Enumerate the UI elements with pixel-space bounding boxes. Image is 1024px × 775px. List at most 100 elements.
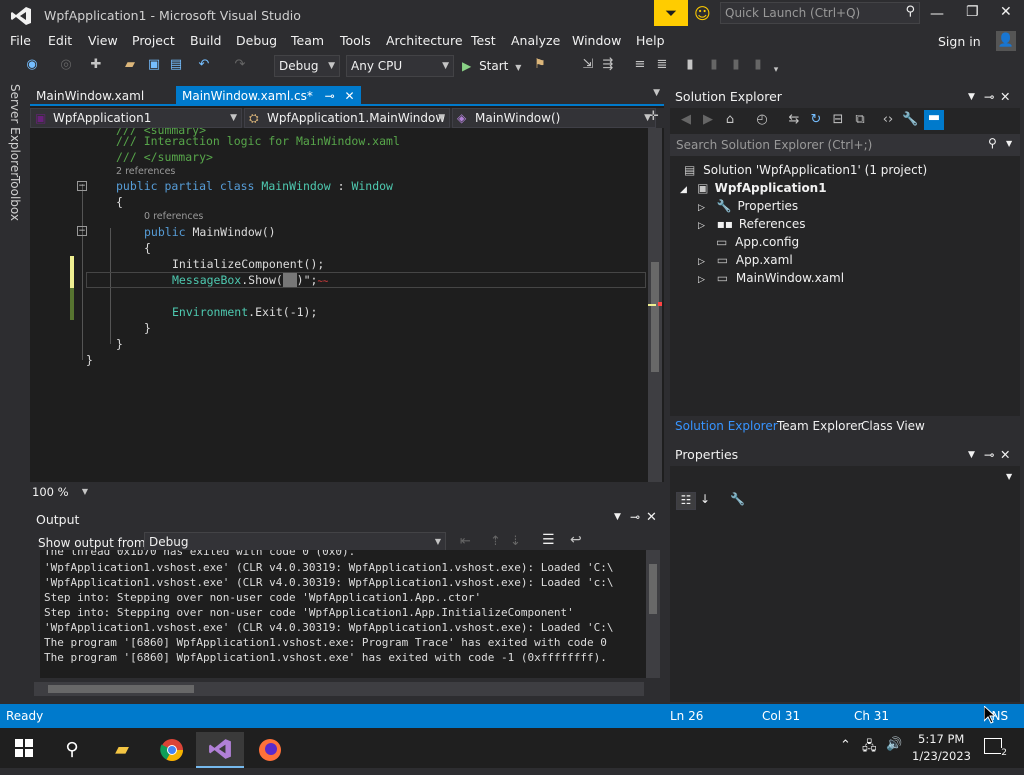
scroll-thumb[interactable] (649, 564, 657, 614)
tree-item-mainwindow-xaml[interactable]: ▷ ▭ MainWindow.xaml (698, 270, 844, 288)
network-icon[interactable]: 🖧 (862, 737, 877, 759)
visual-studio-taskbar-icon[interactable] (196, 732, 244, 768)
feedback-smiley-icon[interactable]: ☺ (694, 4, 711, 23)
filter-icon[interactable]: ⏷ (654, 0, 688, 26)
next-message-icon[interactable]: ⇣ (510, 534, 521, 549)
tree-item-solution[interactable]: ▤ Solution 'WpfApplication1' (1 project) (684, 162, 927, 178)
type-dropdown[interactable]: ⛭ WpfApplication1.MainWindow ▼ (244, 108, 450, 128)
new-project-icon[interactable]: ✚ (88, 57, 104, 73)
sync-icon[interactable]: ⇆ (786, 112, 802, 128)
preview-selected-icon[interactable]: ▬ (924, 110, 944, 130)
tab-overflow-icon[interactable]: ▼ (653, 88, 660, 98)
close-icon[interactable]: ✕ (1000, 444, 1010, 466)
close-window-button[interactable]: ✕ (1000, 4, 1012, 20)
tree-item-properties[interactable]: ▷ 🔧 Properties (698, 198, 798, 216)
alphabetical-icon[interactable]: ↓ (700, 492, 710, 506)
find-message-icon[interactable]: ⇤ (460, 534, 471, 549)
step-into-icon[interactable]: ⇶ (600, 57, 616, 73)
sign-in-link[interactable]: Sign in (938, 34, 981, 49)
output-vertical-scrollbar[interactable] (646, 550, 660, 678)
close-icon[interactable]: ✕ (1000, 86, 1010, 108)
collapse-toggle[interactable]: − (77, 226, 87, 236)
tab-solution-explorer[interactable]: Solution Explorer (675, 419, 778, 433)
show-hidden-icons-icon[interactable]: ⌃ (840, 738, 851, 753)
menu-team[interactable]: Team (291, 33, 324, 48)
tree-item-app-xaml[interactable]: ▷ ▭ App.xaml (698, 252, 793, 270)
codelens-references[interactable]: 2 references (116, 166, 175, 177)
object-selector[interactable]: ▼ (670, 468, 1020, 488)
menu-project[interactable]: Project (132, 33, 175, 48)
uncomment-icon[interactable]: ≣ (654, 57, 670, 73)
quick-launch-input[interactable]: Quick Launch (Ctrl+Q) ⚲ (720, 2, 920, 24)
member-dropdown[interactable]: ◈ MainWindow() ▼ (452, 108, 656, 128)
split-window-icon[interactable]: ✛ (648, 109, 659, 124)
home-icon[interactable]: ⌂ (722, 112, 738, 128)
tab-team-explorer[interactable]: Team Explorer (777, 419, 863, 433)
horizontal-scrollbar[interactable] (96, 486, 642, 498)
file-explorer-icon[interactable]: ▰ (98, 732, 146, 768)
bookmark-icon[interactable]: ▮ (682, 57, 698, 73)
back-icon[interactable]: ◀ (678, 112, 694, 128)
open-file-icon[interactable]: ▰ (122, 57, 138, 73)
notification-center-icon[interactable]: 2 (984, 738, 1007, 758)
pin-icon[interactable]: ⊸ (630, 510, 640, 524)
chevron-down-icon[interactable]: ▼ (968, 444, 975, 466)
menu-tools[interactable]: Tools (340, 33, 371, 48)
step-over-icon[interactable]: ⇲ (580, 57, 596, 73)
menu-edit[interactable]: Edit (48, 33, 72, 48)
maximize-button[interactable]: ❐ (966, 4, 979, 20)
menu-window[interactable]: Window (572, 33, 621, 48)
collapse-all-icon[interactable]: ⊟ (830, 112, 846, 128)
menu-build[interactable]: Build (190, 33, 221, 48)
chrome-icon[interactable] (148, 732, 196, 768)
show-all-files-icon[interactable]: ⧉ (852, 112, 868, 128)
tab-mainwindow-xaml[interactable]: MainWindow.xaml (30, 86, 150, 106)
tab-class-view[interactable]: Class View (861, 419, 925, 433)
comment-icon[interactable]: ≡ (632, 57, 648, 73)
volume-icon[interactable]: 🔊 (886, 737, 902, 752)
pin-icon[interactable]: ⊸ (984, 86, 994, 108)
pin-icon[interactable]: ⊸ (325, 89, 335, 103)
categorized-icon[interactable]: ☷ (676, 492, 696, 510)
zoom-select[interactable]: 100 % ▼ (32, 484, 90, 500)
close-tab-icon[interactable]: ✕ (345, 89, 355, 103)
property-pages-icon[interactable]: 🔧 (730, 492, 745, 506)
toolbar-overflow-icon[interactable]: ▾ (768, 62, 784, 78)
menu-debug[interactable]: Debug (236, 33, 277, 48)
clock-date[interactable]: 1/23/2023 (912, 749, 971, 763)
tree-item-project[interactable]: ◢ ▣ WpfApplication1 (680, 180, 827, 198)
expand-triangle-icon[interactable]: ▷ (698, 203, 705, 213)
close-icon[interactable]: ✕ (646, 510, 657, 525)
expand-triangle-icon[interactable]: ▷ (698, 257, 705, 267)
firefox-icon[interactable] (246, 732, 294, 768)
prev-bookmark-icon[interactable]: ▮ (706, 57, 722, 73)
clear-bookmarks-icon[interactable]: ▮ (750, 57, 766, 73)
chevron-down-icon[interactable]: ▼ (614, 512, 621, 522)
redo-icon[interactable]: ↷ (232, 57, 248, 73)
scroll-thumb[interactable] (48, 685, 194, 693)
wrench-icon[interactable]: 🔧 (902, 112, 918, 128)
view-code-icon[interactable]: ‹› (880, 112, 896, 128)
start-debugging-button[interactable]: ▶ Start ▼ (462, 57, 521, 75)
chevron-down-icon[interactable]: ▼ (968, 86, 975, 108)
menu-architecture[interactable]: Architecture (386, 33, 463, 48)
menu-analyze[interactable]: Analyze (511, 33, 560, 48)
expand-triangle-icon[interactable]: ▷ (698, 275, 705, 285)
undo-icon[interactable]: ↶ (196, 57, 212, 73)
expand-triangle-icon[interactable]: ▷ (698, 221, 705, 231)
project-dropdown[interactable]: ▣ WpfApplication1 ▼ (30, 108, 242, 128)
menu-help[interactable]: Help (636, 33, 665, 48)
clear-all-icon[interactable]: ☰ (542, 532, 555, 548)
code-editor[interactable]: − − /// <summary> /// Interaction logic … (30, 128, 646, 482)
clock-time[interactable]: 5:17 PM (918, 732, 964, 746)
pin-icon[interactable]: ⊸ (984, 444, 994, 466)
minimize-button[interactable]: — (930, 6, 944, 22)
windows-start-icon[interactable] (0, 730, 48, 766)
output-source-select[interactable]: Debug ▼ (144, 532, 446, 552)
navigate-forward-icon[interactable]: ◎ (58, 57, 74, 73)
editor-vertical-scrollbar[interactable] (648, 128, 662, 482)
save-icon[interactable]: ▣ (146, 57, 162, 73)
save-all-icon[interactable]: ▤ (168, 57, 184, 73)
next-bookmark-icon[interactable]: ▮ (728, 57, 744, 73)
tab-mainwindow-xaml-cs[interactable]: MainWindow.xaml.cs* ⊸ ✕ (176, 86, 361, 106)
